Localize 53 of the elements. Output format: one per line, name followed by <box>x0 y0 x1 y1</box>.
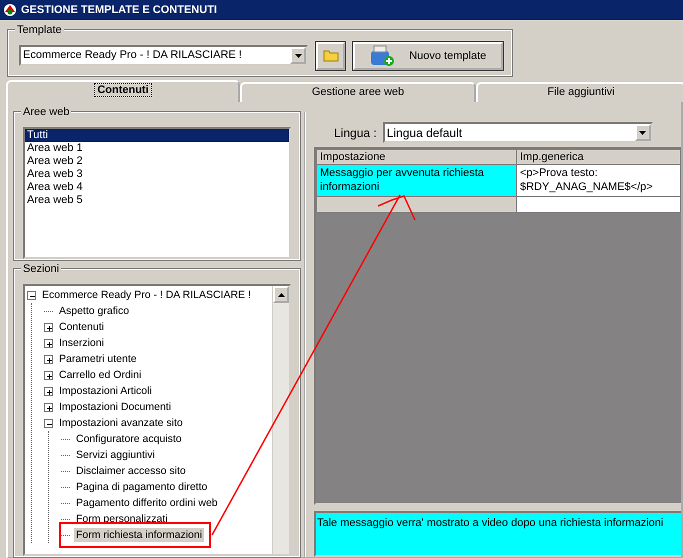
list-item[interactable]: Area web 1 <box>25 142 289 155</box>
list-item[interactable]: Tutti <box>25 129 289 142</box>
app-icon <box>2 3 18 17</box>
folder-button[interactable] <box>316 42 346 70</box>
list-item[interactable]: Area web 5 <box>25 194 289 207</box>
expander-icon[interactable] <box>44 338 53 348</box>
list-item[interactable]: Area web 2 <box>25 155 289 168</box>
tree-item[interactable]: Impostazioni Articoli <box>57 384 154 398</box>
scroll-bar[interactable] <box>272 286 289 554</box>
tab[interactable]: File aggiuntivi <box>476 82 683 102</box>
expander-icon[interactable] <box>44 418 53 428</box>
expander-icon[interactable] <box>44 322 53 332</box>
table-cell: Messaggio per avvenuta richiesta informazioni <box>316 164 516 196</box>
expander-icon[interactable] <box>44 370 53 380</box>
description-text: Tale messaggio verra' mostrato a video dopo una richiesta informazioni <box>314 511 681 557</box>
tree-item[interactable]: Form personalizzati <box>74 512 170 526</box>
expander-icon[interactable] <box>44 402 53 412</box>
tree-item[interactable]: Parametri utente <box>57 352 139 366</box>
new-template-button[interactable]: Nuovo template <box>353 42 504 70</box>
tree-item[interactable]: Contenuti <box>57 320 106 334</box>
group-label: Template <box>15 23 64 37</box>
tree-item[interactable]: Impostazioni Documenti <box>57 400 174 414</box>
tree-item[interactable]: Carrello ed Ordini <box>57 368 144 382</box>
tree-item[interactable]: Ecommerce Ready Pro - ! DA RILASCIARE ! <box>40 288 253 302</box>
tree-item[interactable]: Inserzioni <box>57 336 106 350</box>
list-item[interactable]: Area web 3 <box>25 168 289 181</box>
column-header: Imp.generica <box>516 150 680 164</box>
folder-icon <box>322 49 339 62</box>
expander-icon[interactable] <box>44 386 53 396</box>
tree-item[interactable]: Disclaimer accesso sito <box>74 464 188 478</box>
expander-icon[interactable] <box>44 354 53 364</box>
expander-icon[interactable] <box>27 290 36 300</box>
tab[interactable]: Contenuti <box>6 80 240 102</box>
box-plus-icon <box>369 45 396 67</box>
tree-item[interactable]: Configuratore acquisto <box>74 432 184 446</box>
tree-item[interactable]: Pagina di pagamento diretto <box>74 480 210 494</box>
caret-icon <box>294 54 302 58</box>
window-title: GESTIONE TEMPLATE E CONTENUTI <box>21 2 217 18</box>
column-header: Impostazione <box>316 150 516 164</box>
tree-item[interactable]: Servizi aggiuntivi <box>74 448 157 462</box>
caret-icon <box>639 130 646 134</box>
tree-item[interactable]: Form richiesta informazioni <box>74 528 204 542</box>
template-dropdown[interactable]: Ecommerce Ready Pro - ! DA RILASCIARE ! <box>19 45 308 66</box>
tree-item[interactable]: Pagamento differito ordini web <box>74 496 220 510</box>
tab[interactable]: Gestione aree web <box>240 82 476 102</box>
language-label: Lingua : <box>334 124 377 142</box>
list-item[interactable]: Area web 4 <box>25 181 289 194</box>
scroll-up-button[interactable] <box>273 286 289 303</box>
caret-icon <box>278 292 284 296</box>
table-cell: <p>Prova testo: $RDY_ANAG_NAME$</p> <box>516 164 680 196</box>
tree-item[interactable]: Aspetto grafico <box>57 304 132 318</box>
language-dropdown[interactable]: Lingua default <box>382 122 653 143</box>
tree-item[interactable]: Impostazioni avanzate sito <box>57 416 185 430</box>
